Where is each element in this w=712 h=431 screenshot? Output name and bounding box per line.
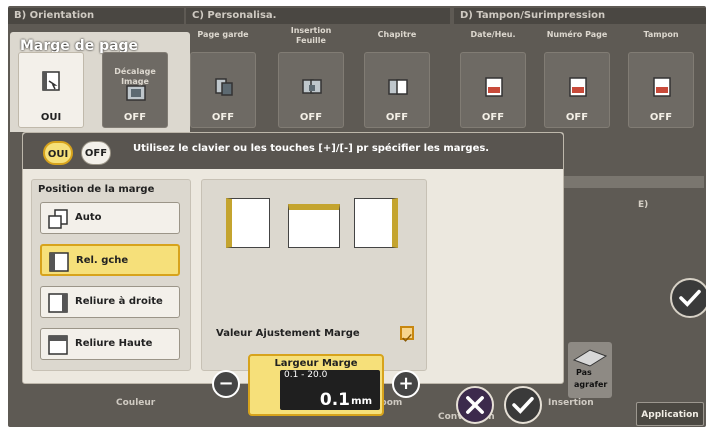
group-header-tampon: D) Tampon/Surimpression	[454, 8, 706, 24]
close-icon	[466, 396, 484, 414]
tile-label-chapter: Chapitre	[377, 30, 417, 39]
margin-width-label: Largeur Marge	[274, 358, 358, 369]
adjust-label: Valeur Ajustement Marge	[216, 328, 360, 339]
margin-position-title: Position de la marge	[38, 184, 155, 195]
insert-sheet-icon	[302, 79, 322, 94]
dialog-message: Utilisez le clavier ou les touches [+]/[…	[133, 143, 490, 154]
copier-panel: B) Orientation C) Personalisa. D) Tampon…	[8, 6, 706, 427]
side-panel-line1: Pas	[576, 368, 592, 377]
off-button[interactable]: OFF	[81, 141, 111, 165]
tile-cover-page[interactable]: Page garde OFF	[190, 52, 256, 128]
plus-button[interactable]: +	[392, 370, 420, 398]
tile-label-cover: Page garde	[197, 30, 249, 39]
tile-state: OFF	[385, 112, 409, 123]
cover-page-icon	[215, 78, 233, 96]
margin-width-unit: mm	[351, 396, 372, 407]
stamp-icon	[653, 77, 671, 97]
right-binding-icon	[48, 293, 68, 313]
page-number-icon	[569, 77, 587, 97]
minus-button[interactable]: −	[212, 370, 240, 398]
dialog-header: OUI OFF Utilisez le clavier ou les touch…	[23, 133, 563, 169]
ok-button[interactable]	[504, 386, 542, 424]
position-right-button[interactable]: Reliure à droite	[40, 286, 180, 318]
confirm-right-button[interactable]	[670, 278, 706, 318]
tile-insert-sheet[interactable]: OFF	[278, 52, 344, 128]
margin-position-box: Position de la marge Auto Rel. gche Reli…	[31, 179, 191, 371]
position-auto-button[interactable]: Auto	[40, 202, 180, 234]
margin-width-range: 0.1 - 20.0	[284, 370, 328, 380]
tile-label-date: Date/Heu.	[470, 30, 516, 39]
tile-state: OFF	[299, 112, 323, 123]
image-shift-icon	[126, 85, 146, 101]
margin-width-field[interactable]: Largeur Marge 0.1 - 20.0 0.1 mm	[248, 354, 384, 416]
tile-label-insert: Insertion Feuille	[290, 26, 332, 45]
right-group-letter: E)	[638, 200, 649, 210]
check-icon	[512, 396, 534, 414]
auto-position-icon	[48, 209, 68, 229]
side-staple-button[interactable]: Pas agrafer	[568, 342, 612, 398]
tile-margin[interactable]: OUI	[18, 52, 84, 128]
check-icon	[679, 289, 701, 307]
tile-image-shift[interactable]: Décalage Image OFF	[102, 52, 168, 128]
tile-state: OFF	[565, 112, 589, 123]
position-right-label: Reliure à droite	[75, 296, 163, 307]
tile-page-number[interactable]: OFF	[544, 52, 610, 128]
margin-width-value: 0.1	[319, 390, 350, 410]
top-binding-icon	[48, 335, 68, 355]
tile-chapter[interactable]: OFF	[364, 52, 430, 128]
checkmark-icon	[402, 333, 412, 342]
left-binding-icon	[49, 252, 69, 272]
adjust-checkbox[interactable]	[400, 326, 414, 342]
bottom-label-couleur: Couleur	[116, 398, 156, 408]
tile-state: OFF	[481, 112, 505, 123]
staple-icon	[572, 349, 608, 367]
copier-screen: B) Orientation C) Personalisa. D) Tampon…	[0, 0, 712, 431]
preview-top-margin	[288, 204, 340, 248]
cancel-button[interactable]	[456, 386, 494, 424]
side-panel-line2: agrafer	[574, 380, 608, 389]
position-left-button[interactable]: Rel. gche	[40, 244, 180, 276]
tile-label-stamp: Tampon	[643, 30, 679, 39]
tile-state: OFF	[649, 112, 673, 123]
margin-preview-box: Valeur Ajustement Marge − + Largeur Marg…	[201, 179, 427, 416]
application-button[interactable]: Application	[636, 402, 704, 426]
group-header-personalisation: C) Personalisa.	[186, 8, 450, 24]
preview-right-margin	[354, 198, 398, 248]
preview-left-margin	[226, 198, 270, 248]
right-slider-bar	[564, 176, 704, 188]
position-top-label: Reliure Haute	[75, 338, 153, 349]
bottom-label-insertion: Insertion	[548, 398, 594, 408]
position-top-button[interactable]: Reliure Haute	[40, 328, 180, 360]
margin-icon	[42, 71, 60, 91]
chapter-icon	[388, 79, 408, 95]
tile-date-time[interactable]: OFF	[460, 52, 526, 128]
tile-stamp[interactable]: OFF	[628, 52, 694, 128]
tile-state: OFF	[211, 112, 235, 123]
tile-label-page-number: Numéro Page	[546, 30, 608, 39]
position-left-label: Rel. gche	[76, 255, 129, 266]
date-stamp-icon	[485, 77, 503, 97]
tile-margin-state: OUI	[40, 112, 62, 123]
tile-state: OFF	[123, 112, 147, 123]
position-auto-label: Auto	[75, 212, 102, 223]
group-header-orientation: B) Orientation	[8, 8, 184, 24]
margin-settings-dialog: OUI OFF Utilisez le clavier ou les touch…	[22, 132, 564, 416]
on-button[interactable]: OUI	[43, 141, 73, 165]
